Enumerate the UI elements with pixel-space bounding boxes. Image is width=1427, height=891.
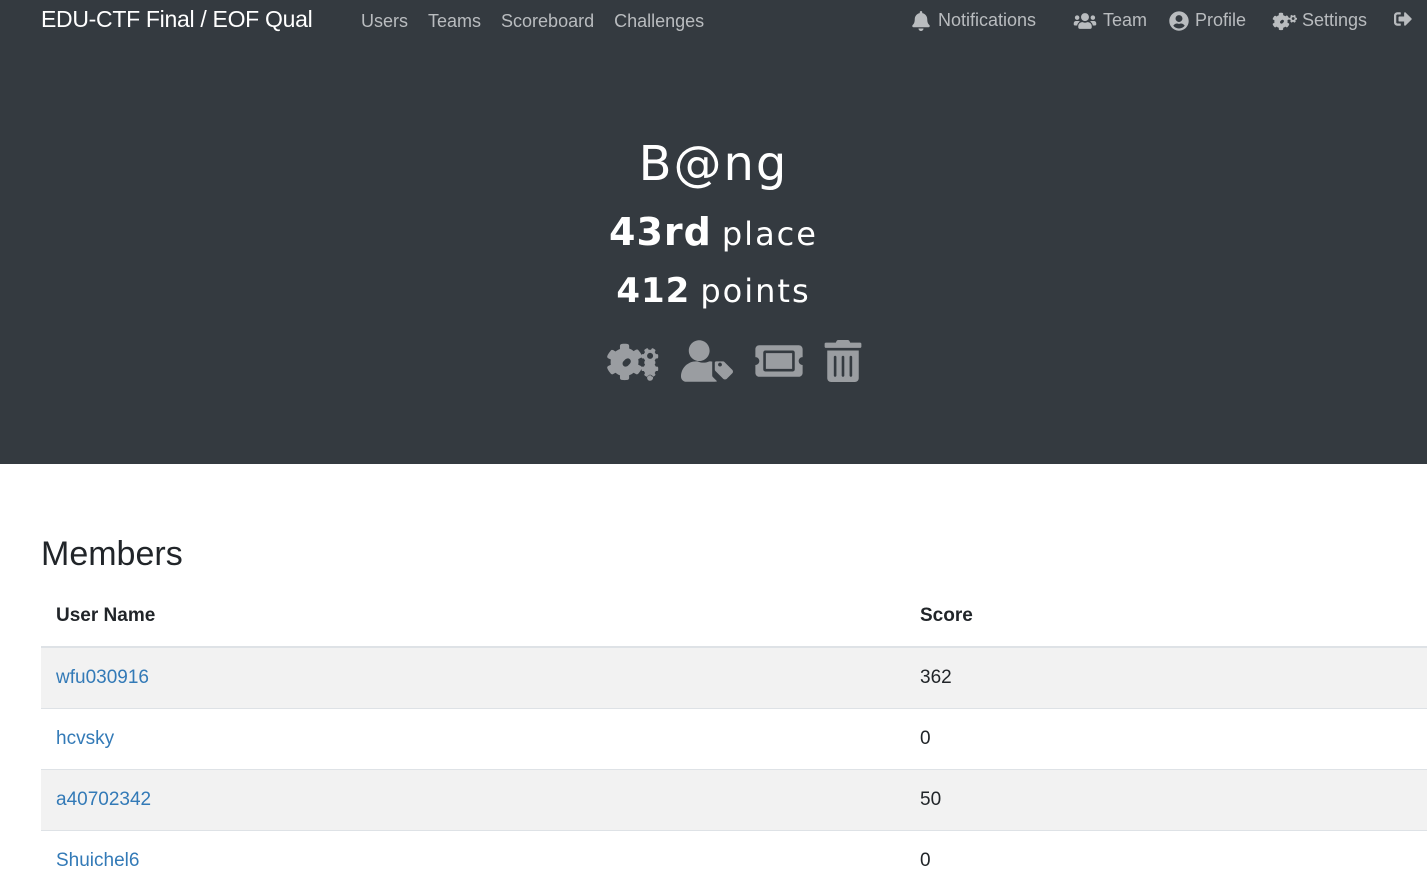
column-header-score: Score bbox=[905, 586, 1427, 647]
user-tag-icon bbox=[681, 340, 733, 382]
team-place: 43rd place bbox=[0, 210, 1427, 254]
username-cell: Shuichel6 bbox=[41, 831, 905, 891]
points-number: 412 bbox=[616, 271, 690, 311]
member-link[interactable]: wfu030916 bbox=[56, 667, 149, 688]
nav-link-users[interactable]: Users bbox=[361, 11, 408, 32]
user-circle-icon bbox=[1169, 11, 1189, 31]
nav-notifications-label: Notifications bbox=[938, 10, 1036, 31]
score-cell: 0 bbox=[905, 709, 1427, 770]
sign-out-icon bbox=[1393, 10, 1413, 28]
table-row: hcvsky 0 bbox=[41, 709, 1427, 770]
member-link[interactable]: a40702342 bbox=[56, 789, 151, 810]
brand-link[interactable]: EDU-CTF Final / EOF Qual bbox=[41, 6, 312, 33]
bell-icon bbox=[912, 11, 930, 31]
award-ticket-button[interactable] bbox=[754, 340, 804, 386]
assign-captain-button[interactable] bbox=[681, 340, 733, 386]
settings-cogs-icon bbox=[606, 340, 660, 382]
member-link[interactable]: Shuichel6 bbox=[56, 850, 139, 871]
member-link[interactable]: hcvsky bbox=[56, 728, 114, 749]
members-table: User Name Score wfu030916 362 hcvsky 0 a… bbox=[41, 586, 1427, 891]
score-cell: 362 bbox=[905, 647, 1427, 709]
nav-profile-label: Profile bbox=[1195, 10, 1246, 31]
place-number: 43rd bbox=[609, 210, 712, 254]
column-header-username: User Name bbox=[41, 586, 905, 647]
ticket-icon bbox=[754, 340, 804, 382]
username-cell: a40702342 bbox=[41, 770, 905, 831]
trash-icon bbox=[824, 340, 862, 382]
users-icon bbox=[1072, 12, 1098, 30]
nav-link-teams[interactable]: Teams bbox=[428, 11, 481, 32]
score-cell: 50 bbox=[905, 770, 1427, 831]
nav-link-scoreboard[interactable]: Scoreboard bbox=[501, 11, 594, 32]
nav-logout[interactable] bbox=[1393, 10, 1413, 28]
username-cell: hcvsky bbox=[41, 709, 905, 770]
team-points: 412 points bbox=[0, 271, 1427, 311]
points-label: points bbox=[700, 272, 810, 310]
cogs-icon bbox=[1272, 11, 1298, 31]
nav-settings-label: Settings bbox=[1302, 10, 1367, 31]
table-header-row: User Name Score bbox=[41, 586, 1427, 647]
score-cell: 0 bbox=[905, 831, 1427, 891]
table-row: wfu030916 362 bbox=[41, 647, 1427, 709]
admin-actions bbox=[606, 340, 866, 385]
members-heading: Members bbox=[41, 535, 183, 574]
nav-notifications[interactable]: Notifications bbox=[912, 10, 1036, 31]
place-label: place bbox=[722, 215, 818, 253]
navbar: EDU-CTF Final / EOF Qual Users Teams Sco… bbox=[0, 0, 1427, 44]
nav-link-challenges[interactable]: Challenges bbox=[614, 11, 704, 32]
edit-team-button[interactable] bbox=[606, 340, 660, 386]
nav-left: Users Teams Scoreboard Challenges bbox=[361, 11, 724, 32]
team-hero: B@ng 43rd place 412 points bbox=[0, 44, 1427, 464]
team-name: B@ng bbox=[0, 136, 1427, 192]
nav-team[interactable]: Team bbox=[1072, 10, 1147, 31]
table-row: a40702342 50 bbox=[41, 770, 1427, 831]
username-cell: wfu030916 bbox=[41, 647, 905, 709]
nav-settings[interactable]: Settings bbox=[1272, 10, 1367, 31]
table-row: Shuichel6 0 bbox=[41, 831, 1427, 891]
delete-team-button[interactable] bbox=[824, 340, 862, 386]
nav-profile[interactable]: Profile bbox=[1169, 10, 1246, 31]
nav-team-label: Team bbox=[1103, 10, 1147, 31]
